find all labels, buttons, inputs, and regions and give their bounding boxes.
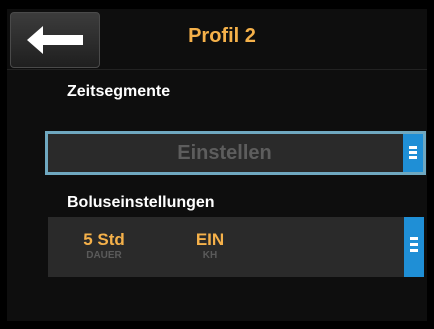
bolus-scroll-handle[interactable] xyxy=(404,217,424,277)
page-title: Profil 2 xyxy=(188,25,256,47)
kh-caption: KH xyxy=(202,250,218,261)
kh-value: EIN xyxy=(195,230,225,249)
zeitsegmente-row[interactable]: Einstellen xyxy=(45,131,426,175)
handle-bar xyxy=(410,237,418,240)
screen: Profil 2 Zeitsegmente Einstellen Bolusei… xyxy=(7,9,427,321)
header-divider xyxy=(7,69,427,70)
back-arrow-icon xyxy=(27,26,83,54)
kh-cell: EIN KH xyxy=(170,230,250,262)
boluseinstellungen-row[interactable]: 5 Std DAUER EIN KH xyxy=(48,217,424,277)
handle-bar xyxy=(409,146,417,149)
zeitsegmente-label: Zeitsegmente xyxy=(67,83,171,100)
handle-bar xyxy=(410,249,418,252)
dauer-cell: 5 Std DAUER xyxy=(64,230,144,262)
handle-bar xyxy=(410,243,418,246)
back-button[interactable] xyxy=(10,12,100,68)
handle-bar xyxy=(409,151,417,154)
dauer-value: 5 Std xyxy=(83,230,125,249)
boluseinstellungen-label: Boluseinstellungen xyxy=(67,194,215,211)
zeitsegmente-scroll-handle[interactable] xyxy=(403,134,423,172)
handle-bar xyxy=(409,156,417,159)
dauer-caption: DAUER xyxy=(86,250,122,261)
zeitsegmente-value: Einstellen xyxy=(177,142,272,164)
